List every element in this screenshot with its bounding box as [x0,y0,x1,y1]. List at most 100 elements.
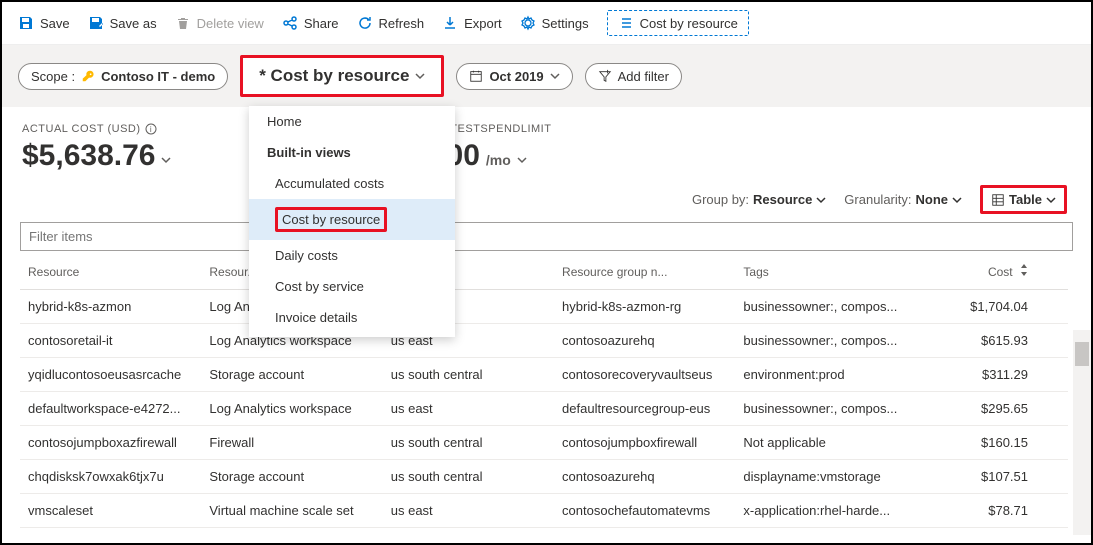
table-row[interactable]: defaultworkspace-e4272...Log Analytics w… [20,391,1068,425]
budget-unit: /mo [486,152,511,168]
delete-view-button: Delete view [175,15,264,31]
scope-pill[interactable]: Scope : Contoso IT - demo [18,63,228,90]
cell-rg: contosochefautomatevms [554,493,735,527]
cell-resource: defaultworkspace-e4272... [20,391,201,425]
table-row[interactable]: vmscalesetVirtual machine scale setus ea… [20,493,1068,527]
info-icon[interactable]: i [145,123,157,135]
settings-button[interactable]: Settings [520,15,589,31]
col-cost[interactable]: Cost [937,255,1068,289]
cell-rg: hybrid-k8s-azmon-rg [554,289,735,323]
cell-rg: defaultresourcegroup-eus [554,391,735,425]
view-type-selector[interactable]: Table [980,185,1067,214]
key-icon [81,69,95,83]
actual-cost-value[interactable]: $5,638.76 [22,139,171,173]
cell-location: us south central [383,357,554,391]
cell-tags: x-application:rhel-harde... [735,493,937,527]
dropdown-item-home[interactable]: Home [249,106,455,137]
cost-table: Resource Resour... Resource group n... T… [20,255,1068,528]
list-icon [618,15,634,31]
cell-cost: $615.93 [937,323,1068,357]
refresh-icon [357,15,373,31]
chevron-down-icon [1046,195,1056,205]
table-row[interactable]: hybrid-k8s-azmonLog Analytics workspaceu… [20,289,1068,323]
vertical-scrollbar[interactable] [1073,330,1091,535]
cell-resource: yqidlucontosoeusasrcache [20,357,201,391]
cell-tags: displayname:vmstorage [735,459,937,493]
cell-cost: $78.71 [937,493,1068,527]
cell-resource: contosojumpboxazfirewall [20,425,201,459]
table-row[interactable]: contosojumpboxazfirewallFirewallus south… [20,425,1068,459]
dropdown-item-daily[interactable]: Daily costs [249,240,455,271]
add-filter-label: Add filter [618,69,669,84]
cell-tags: Not applicable [735,425,937,459]
col-resource[interactable]: Resource [20,255,201,289]
add-filter-pill[interactable]: Add filter [585,63,682,90]
share-button[interactable]: Share [282,15,339,31]
export-button[interactable]: Export [442,15,502,31]
scope-label: Scope : [31,69,75,84]
dropdown-heading-builtin: Built-in views [249,137,455,168]
actual-cost-label: ACTUAL COST (USD) [22,123,141,135]
delete-view-label: Delete view [197,16,264,31]
cell-rg: contosorecoveryvaultseus [554,357,735,391]
cell-cost: $295.65 [937,391,1068,425]
share-icon [282,15,298,31]
table-row[interactable]: contosoretail-itLog Analytics workspaceu… [20,323,1068,357]
scope-value: Contoso IT - demo [101,69,215,84]
cell-location: us south central [383,459,554,493]
cell-resource: contosoretail-it [20,323,201,357]
calendar-icon [469,69,483,83]
cell-type: Log Analytics workspace [201,391,382,425]
cell-rg: contosojumpboxfirewall [554,425,735,459]
cell-tags: environment:prod [735,357,937,391]
cell-tags: businessowner:, compos... [735,391,937,425]
cell-cost: $107.51 [937,459,1068,493]
chevron-down-icon [517,155,527,165]
group-by-selector[interactable]: Group by: Resource [692,192,826,207]
refresh-button[interactable]: Refresh [357,15,425,31]
view-type-label: Table [1009,192,1042,207]
table-icon [991,193,1005,207]
save-as-button[interactable]: Save as [88,15,157,31]
settings-label: Settings [542,16,589,31]
dropdown-item-cost-by-service[interactable]: Cost by service [249,271,455,302]
date-pill[interactable]: Oct 2019 [456,63,572,90]
table-row[interactable]: chqdisksk7owxak6tjx7uStorage accountus s… [20,459,1068,493]
chevron-down-icon [161,155,171,165]
chevron-down-icon [415,71,425,81]
add-filter-icon [598,69,612,83]
share-label: Share [304,16,339,31]
view-selector-pill[interactable]: * Cost by resource [240,55,444,97]
cost-by-resource-breadcrumb[interactable]: Cost by resource [607,10,749,36]
cell-location: us east [383,391,554,425]
dropdown-selected-label: Cost by resource [275,207,387,232]
cell-type: Firewall [201,425,382,459]
refresh-label: Refresh [379,16,425,31]
save-as-icon [88,15,104,31]
save-button[interactable]: Save [18,15,70,31]
dropdown-item-cost-by-resource[interactable]: Cost by resource [249,199,455,240]
col-resource-group[interactable]: Resource group n... [554,255,735,289]
filter-items-input[interactable] [20,222,1073,251]
cell-type: Storage account [201,357,382,391]
date-value: Oct 2019 [489,69,543,84]
cell-cost: $1,704.04 [937,289,1068,323]
cell-resource: chqdisksk7owxak6tjx7u [20,459,201,493]
table-row[interactable]: yqidlucontosoeusasrcacheStorage accountu… [20,357,1068,391]
dropdown-item-accumulated[interactable]: Accumulated costs [249,168,455,199]
granularity-selector[interactable]: Granularity: None [844,192,962,207]
dropdown-item-invoice[interactable]: Invoice details [249,302,455,333]
col-tags[interactable]: Tags [735,255,937,289]
export-label: Export [464,16,502,31]
granularity-value: None [916,192,949,207]
breadcrumb-label: Cost by resource [640,16,738,31]
view-selector-label: * Cost by resource [259,66,409,86]
save-icon [18,15,34,31]
cell-type: Storage account [201,459,382,493]
chevron-down-icon [816,195,826,205]
cell-resource: vmscaleset [20,493,201,527]
group-by-value: Resource [753,192,812,207]
cell-location: us south central [383,425,554,459]
cell-resource: hybrid-k8s-azmon [20,289,201,323]
scrollbar-thumb[interactable] [1075,342,1089,366]
